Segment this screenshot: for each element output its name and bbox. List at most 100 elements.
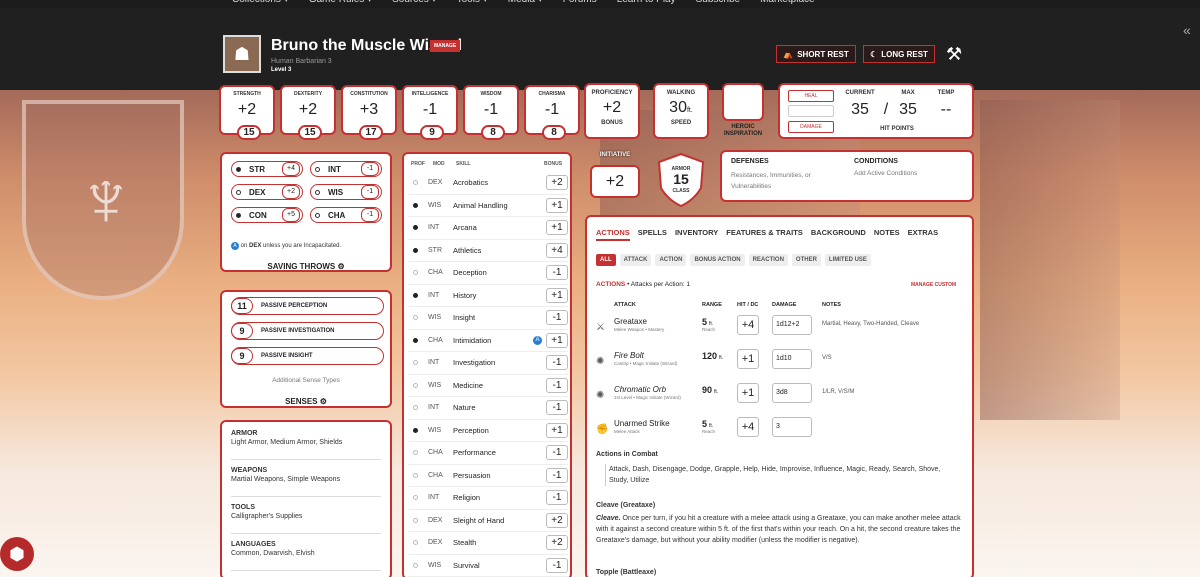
skill-row[interactable]: CHA Persuasion -1 (408, 465, 568, 487)
attack-row[interactable]: ✺ Chromatic Orb 1st Level • Magic Initiate… (596, 381, 966, 413)
attack-row[interactable]: ✊ Unarmed Strike Melee Attack 5 ft. Reach +4 3 (596, 415, 966, 447)
attack-hit-button[interactable]: +4 (737, 315, 759, 335)
senses-title[interactable]: SENSES ⚙ (222, 397, 390, 406)
filter-reaction[interactable]: REACTION (748, 254, 788, 266)
skill-row[interactable]: WIS Survival -1 (408, 555, 568, 577)
anvil-icon[interactable]: ⚒ (946, 44, 962, 65)
filter-other[interactable]: OTHER (791, 254, 821, 266)
skill-bonus[interactable]: -1 (546, 467, 568, 483)
skill-row[interactable]: INT History +1 (408, 285, 568, 307)
attack-hit-button[interactable]: +4 (737, 417, 759, 437)
nav-item[interactable]: Forums (563, 0, 597, 5)
nav-item[interactable]: Tools ▾ (457, 0, 488, 5)
skill-bonus[interactable]: +4 (546, 242, 568, 258)
skill-bonus[interactable]: +1 (546, 422, 568, 438)
skill-bonus[interactable]: -1 (546, 557, 568, 573)
heal-button[interactable]: HEAL (788, 90, 834, 102)
ability-intelligence[interactable]: INTELLIGENCE -1 9 (402, 85, 458, 140)
ability-dexterity[interactable]: DEXTERITY +2 15 (280, 85, 336, 140)
filter-all[interactable]: ALL (596, 254, 616, 266)
hp-amount-input[interactable] (788, 105, 834, 117)
heroic-inspiration-toggle[interactable] (722, 83, 764, 121)
saving-throw-dex[interactable]: DEX +2 (231, 184, 303, 200)
ability-strength[interactable]: STRENGTH +2 15 (219, 85, 275, 140)
nav-item[interactable]: Marketplace (760, 0, 814, 5)
skill-bonus[interactable]: +1 (546, 197, 568, 213)
saving-throw-wis[interactable]: WIS -1 (310, 184, 382, 200)
filter-bonus-action[interactable]: BONUS ACTION (690, 254, 745, 266)
skill-bonus[interactable]: -1 (546, 265, 568, 281)
skill-row[interactable]: STR Athletics +4 (408, 240, 568, 262)
saving-throw-cha[interactable]: CHA -1 (310, 207, 382, 223)
attack-damage-button[interactable]: 3d8 (772, 383, 812, 403)
hp-current[interactable]: 35 (840, 101, 880, 119)
attack-name[interactable]: Fire Bolt (614, 351, 644, 360)
sense-row[interactable]: 9 PASSIVE INSIGHT (231, 347, 384, 365)
saving-throw-int[interactable]: INT -1 (310, 161, 382, 177)
skill-row[interactable]: INT Nature -1 (408, 397, 568, 420)
sense-row[interactable]: 9 PASSIVE INVESTIGATION (231, 322, 384, 340)
tab-spells[interactable]: SPELLS (638, 228, 667, 241)
filter-limited-use[interactable]: LIMITED USE (824, 254, 871, 266)
skill-row[interactable]: CHA Performance -1 (408, 442, 568, 465)
skill-row[interactable]: INT Religion -1 (408, 487, 568, 510)
saving-throw-con[interactable]: CON +5 (231, 207, 303, 223)
long-rest-button[interactable]: ☾ LONG REST (863, 45, 935, 63)
avatar[interactable]: ☗ (223, 35, 261, 73)
sense-row[interactable]: 11 PASSIVE PERCEPTION (231, 297, 384, 315)
proficiencies-panel[interactable]: ARMOR Light Armor, Medium Armor, Shields W… (220, 420, 392, 577)
skill-row[interactable]: CHA Intimidation A +1 (408, 330, 568, 352)
ability-charisma[interactable]: CHARISMA -1 8 (524, 85, 580, 140)
skill-bonus[interactable]: -1 (546, 400, 568, 416)
attack-damage-button[interactable]: 1d12+2 (772, 315, 812, 335)
attack-damage-button[interactable]: 1d10 (772, 349, 812, 369)
skill-row[interactable]: INT Investigation -1 (408, 352, 568, 375)
skill-bonus[interactable]: -1 (546, 445, 568, 461)
attack-hit-button[interactable]: +1 (737, 349, 759, 369)
ability-constitution[interactable]: CONSTITUTION +3 17 (341, 85, 397, 140)
skill-bonus[interactable]: -1 (546, 490, 568, 506)
nav-item[interactable]: Collections ▾ (232, 0, 289, 5)
filter-action[interactable]: ACTION (655, 254, 687, 266)
skill-bonus[interactable]: -1 (546, 377, 568, 393)
actions-in-combat-list[interactable]: Attack, Dash, Disengage, Dodge, Grapple,… (605, 464, 955, 486)
skill-row[interactable]: WIS Medicine -1 (408, 375, 568, 397)
ability-wisdom[interactable]: WISDOM -1 8 (463, 85, 519, 140)
skill-bonus[interactable]: +2 (546, 175, 568, 191)
dice-roller-icon[interactable]: ⬢ (0, 537, 34, 571)
attack-hit-button[interactable]: +1 (737, 383, 759, 403)
skill-row[interactable]: DEX Sleight of Hand +2 (408, 510, 568, 532)
additional-sense-types[interactable]: Additional Sense Types (222, 377, 390, 384)
nav-item[interactable]: Sources ▾ (392, 0, 436, 5)
skill-bonus[interactable]: -1 (546, 310, 568, 326)
defenses-conditions[interactable]: DEFENSES Resistances, Immunities, or Vul… (720, 150, 974, 202)
hp-temp[interactable]: -- (926, 101, 966, 119)
skill-row[interactable]: WIS Perception +1 (408, 420, 568, 442)
skill-row[interactable]: WIS Insight -1 (408, 307, 568, 330)
skill-row[interactable]: CHA Deception -1 (408, 262, 568, 285)
tab-background[interactable]: BACKGROUND (811, 228, 866, 241)
attack-row[interactable]: ⚔ Greataxe Melee Weapon • Mastery 5 ft. Reach… (596, 313, 966, 345)
skill-row[interactable]: DEX Stealth +2 (408, 532, 568, 555)
attack-damage-button[interactable]: 3 (772, 417, 812, 437)
attack-name[interactable]: Unarmed Strike (614, 419, 670, 428)
skill-bonus[interactable]: -1 (546, 355, 568, 371)
nav-item[interactable]: Learn to Play (617, 0, 676, 5)
chevron-left-icon[interactable]: « (1183, 22, 1191, 38)
nav-item[interactable]: Game Rules ▾ (309, 0, 372, 5)
saving-throw-str[interactable]: STR +4 (231, 161, 303, 177)
manage-custom-button[interactable]: MANAGE CUSTOM (911, 282, 956, 288)
skill-bonus[interactable]: +1 (546, 332, 568, 348)
short-rest-button[interactable]: ⛺ SHORT REST (776, 45, 856, 63)
tab-actions[interactable]: ACTIONS (596, 228, 630, 241)
nav-item[interactable]: Media ▾ (508, 0, 543, 5)
tab-notes[interactable]: NOTES (874, 228, 900, 241)
manage-button[interactable]: MANAGE (430, 40, 461, 52)
attack-name[interactable]: Greataxe (614, 317, 647, 326)
tab-inventory[interactable]: INVENTORY (675, 228, 718, 241)
skill-bonus[interactable]: +2 (546, 512, 568, 528)
attack-name[interactable]: Chromatic Orb (614, 385, 666, 394)
skill-row[interactable]: DEX Acrobatics +2 (408, 172, 568, 195)
skill-row[interactable]: WIS Animal Handling +1 (408, 195, 568, 217)
attack-row[interactable]: ✺ Fire Bolt Cantrip • Magic Initiate (Wiza… (596, 347, 966, 379)
